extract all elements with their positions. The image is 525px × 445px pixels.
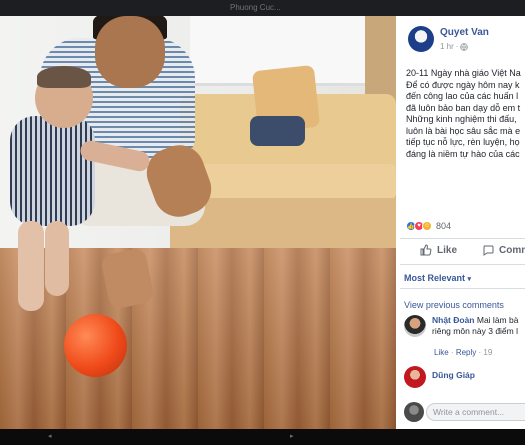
bottom-bar-mark: ▸ (290, 433, 294, 440)
commenter-name[interactable]: Dũng Giáp (432, 370, 475, 380)
comment-item: Nhật Đoàn Mai làm bà riêng môn này 3 điể… (404, 315, 524, 359)
post-side-panel: Quyet Van 1 hr · 20-11 Ngày nhà giáo Việ… (396, 16, 525, 429)
bottom-bar: ◂ ▸ (0, 429, 525, 445)
comment-bubble: Dũng Giáp (432, 370, 525, 381)
bottom-bar-mark: ◂ (48, 433, 52, 440)
photo-baby-body (10, 116, 95, 226)
divider (400, 264, 525, 265)
photo-viewer: Phuong Cuc... Quyet Van 1 hr · 20-11 Ngà… (0, 0, 525, 445)
comment-item: Dũng Giáp (404, 366, 524, 392)
comment-actions: Like · Reply · 19 (434, 348, 492, 357)
photo-baby-leg (45, 221, 69, 296)
author-name[interactable]: Quyet Van (440, 27, 489, 38)
meta-separator: · (455, 42, 459, 51)
caret-down-icon: ▾ (467, 276, 472, 283)
post-photo[interactable] (0, 16, 396, 429)
globe-icon (460, 42, 469, 51)
post-text-line: Để có được ngày hôm nay k (406, 79, 520, 90)
divider (400, 288, 525, 289)
sort-comments-dropdown[interactable]: Most Relevant ▾ (404, 273, 471, 283)
reaction-count: 804 (436, 221, 452, 231)
comment-text: riêng môn này 3 điểm l (432, 326, 518, 336)
post-text-line: đến công lao của các huấn l (406, 91, 519, 101)
top-bar: Phuong Cuc... (0, 0, 525, 16)
like-button-label: Like (437, 244, 458, 256)
view-previous-comments[interactable]: View previous comments (404, 300, 504, 310)
post-text-line: đã luôn bảo ban dạy dỗ em t (406, 102, 521, 113)
commenter-avatar[interactable] (404, 315, 426, 337)
thumbs-up-icon (420, 244, 432, 256)
commenter-avatar[interactable] (404, 366, 426, 388)
post-meta: 1 hr · (440, 42, 469, 51)
photo-baby-leg (18, 221, 44, 311)
comment-bubble: Nhật Đoàn Mai làm bà riêng môn này 3 điể… (432, 315, 525, 337)
meta-separator: · (450, 348, 454, 357)
photo-man-head (95, 16, 165, 88)
comment-button[interactable]: Comm (482, 244, 525, 256)
post-text-line: tiếp tục nỗ lực, rèn luyện, họ (406, 137, 520, 147)
post-text-line: đáng là niềm tự hào của các (406, 148, 520, 159)
like-button[interactable]: Like (420, 244, 457, 256)
divider (400, 238, 525, 239)
commenter-name[interactable]: Nhật Đoàn (432, 315, 475, 325)
comment-button-label: Comm (499, 244, 525, 256)
post-text-line: luôn là bài học sâu sắc mà e (406, 125, 521, 136)
haha-reaction-icon: ☺ (422, 221, 432, 231)
comment-age: 19 (483, 348, 493, 357)
post-text: 20-11 Ngày nhà giáo Việt Na Để có được n… (406, 68, 525, 160)
post-time[interactable]: 1 hr (440, 42, 454, 51)
post-text-line: 20-11 Ngày nhà giáo Việt Na (406, 68, 521, 78)
comment-reply-link[interactable]: Reply (456, 348, 476, 357)
reaction-summary[interactable]: 👍 ♥ ☺ 804 (406, 219, 451, 233)
sort-label: Most Relevant (404, 273, 466, 283)
photo-bag (250, 116, 305, 146)
comment-icon (483, 245, 494, 256)
meta-separator: · (478, 348, 482, 357)
post-text-line: Những kinh nghiệm thi đấu, (406, 114, 517, 124)
comment-like-link[interactable]: Like (434, 348, 449, 357)
photo-baby-hair (37, 66, 91, 88)
write-comment-input[interactable]: Write a comment... (426, 403, 525, 421)
photo-ball (64, 314, 127, 377)
write-comment-placeholder: Write a comment... (433, 407, 505, 417)
comment-text: Mai làm bà (476, 315, 519, 325)
top-tab-right[interactable]: Phuong Cuc... (230, 3, 281, 12)
author-avatar[interactable] (408, 26, 434, 52)
viewer-avatar (404, 402, 424, 422)
